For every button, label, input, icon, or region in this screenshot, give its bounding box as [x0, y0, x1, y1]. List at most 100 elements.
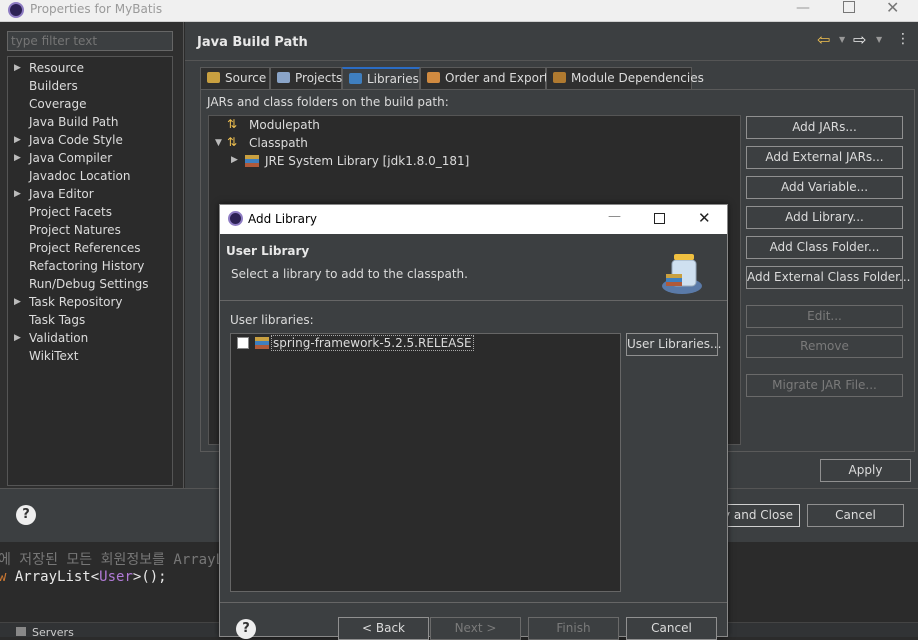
projects-icon — [277, 72, 290, 83]
editor-line-code: w ArrayList<User>(); — [0, 569, 167, 585]
tab-label: Order and Export — [445, 71, 549, 85]
nav-item[interactable]: Refactoring History — [8, 257, 172, 275]
edit-button[interactable]: Edit... — [746, 305, 903, 328]
eclipse-icon — [8, 2, 24, 18]
nav-item-label: Resource — [29, 61, 85, 75]
close-button[interactable]: ✕ — [886, 0, 899, 17]
left-panel: ▶ Resource Builders Coverage Java Build Path… — [0, 22, 184, 488]
dialog-header: User Library Select a library to add to … — [220, 234, 727, 301]
nav-item[interactable]: Project References — [8, 239, 172, 257]
back-dropdown-icon[interactable]: ▼ — [839, 35, 845, 44]
dialog-subtitle: Select a library to add to the classpath… — [231, 267, 468, 281]
servers-tab[interactable]: Servers — [32, 626, 74, 639]
library-icon — [245, 155, 259, 167]
library-checkbox[interactable] — [237, 337, 249, 349]
expand-arrow-icon[interactable]: ▶ — [14, 293, 21, 311]
forward-nav-icon[interactable]: ⇨ — [853, 30, 866, 49]
filter-input[interactable] — [7, 31, 173, 51]
nav-item-label: Java Build Path — [29, 115, 119, 129]
source-icon — [207, 72, 220, 83]
maximize-button[interactable] — [843, 1, 855, 13]
remove-button[interactable]: Remove — [746, 335, 903, 358]
nav-item-label: Refactoring History — [29, 259, 145, 273]
nav-item[interactable]: ▶ Java Editor — [8, 185, 172, 203]
add-class-folder-button[interactable]: Add Class Folder... — [746, 236, 903, 259]
nav-item[interactable]: Run/Debug Settings — [8, 275, 172, 293]
servers-icon — [16, 627, 26, 636]
generic-token: User — [99, 569, 133, 585]
libraries-icon — [349, 73, 362, 84]
dialog-minimize-button[interactable]: — — [608, 209, 621, 224]
add-jars-button[interactable]: Add JARs... — [746, 116, 903, 139]
tab-module-dependencies[interactable]: Module Dependencies — [546, 67, 704, 89]
nav-item-label: Coverage — [29, 97, 87, 111]
tab-order-and-export[interactable]: Order and Export — [420, 67, 549, 89]
classpath-icon: ⇅ — [227, 135, 238, 149]
nav-item-label: Task Repository — [29, 295, 123, 309]
menu-icon[interactable]: ⋮ — [896, 31, 910, 47]
nav-item[interactable]: ▶ Validation — [8, 329, 172, 347]
minimize-button[interactable]: — — [796, 0, 816, 16]
add-external-jars-button[interactable]: Add External JARs... — [746, 146, 903, 169]
expand-arrow-icon[interactable]: ▶ — [14, 185, 21, 203]
add-library-dialog: Add Library — ✕ User Library Select a li… — [219, 204, 728, 640]
dialog-maximize-button[interactable] — [654, 213, 665, 224]
tab-label: Libraries — [367, 72, 419, 86]
nav-item-label: Run/Debug Settings — [29, 277, 149, 291]
back-nav-icon[interactable]: ⇦ — [817, 30, 830, 49]
dialog-close-button[interactable]: ✕ — [698, 209, 711, 227]
tab-projects[interactable]: Projects — [270, 67, 342, 89]
nav-item[interactable]: ▶ Task Repository — [8, 293, 172, 311]
page-title: Java Build Path — [197, 35, 308, 50]
nav-item[interactable]: ▶ Java Compiler — [8, 149, 172, 167]
window-title: Properties for MyBatis — [30, 2, 163, 16]
help-icon[interactable]: ? — [16, 505, 36, 525]
nav-item[interactable]: Project Facets — [8, 203, 172, 221]
modulepath-item[interactable]: Modulepath — [249, 116, 320, 134]
tab-libraries[interactable]: Libraries — [342, 67, 420, 89]
expand-arrow-icon[interactable]: ▶ — [14, 329, 21, 347]
tab-source[interactable]: Source — [200, 67, 270, 89]
apply-button[interactable]: Apply — [820, 459, 911, 482]
properties-cancel-button[interactable]: Cancel — [807, 504, 904, 527]
expand-arrow-icon[interactable]: ▶ — [14, 131, 21, 149]
nav-item-label: Java Code Style — [29, 133, 123, 147]
add-variable-button[interactable]: Add Variable... — [746, 176, 903, 199]
nav-item[interactable]: Coverage — [8, 95, 172, 113]
classpath-expand-icon[interactable]: ▼ — [215, 138, 222, 148]
dialog-eclipse-icon — [228, 211, 243, 226]
nav-tree: ▶ Resource Builders Coverage Java Build Path… — [7, 56, 173, 486]
nav-item[interactable]: Javadoc Location — [8, 167, 172, 185]
jre-library-item[interactable]: JRE System Library [jdk1.8.0_181] — [265, 152, 469, 170]
user-libraries-button[interactable]: User Libraries... — [626, 333, 721, 356]
dialog-help-icon[interactable]: ? — [236, 619, 256, 639]
lt-token: < — [90, 569, 100, 585]
nav-item-label: Project Natures — [29, 223, 121, 237]
user-library-icon — [255, 337, 269, 349]
nav-item[interactable]: Task Tags — [8, 311, 172, 329]
user-libraries-list[interactable]: spring-framework-5.2.5.RELEASE — [230, 333, 621, 592]
nav-item[interactable]: Java Build Path — [8, 113, 172, 131]
nav-item[interactable]: ▶ Resource — [8, 59, 172, 77]
nav-item-label: Validation — [29, 331, 89, 345]
classpath-item[interactable]: Classpath — [249, 134, 308, 152]
nav-item[interactable]: Builders — [8, 77, 172, 95]
nav-item[interactable]: ▶ Java Code Style — [8, 131, 172, 149]
nav-item[interactable]: Project Natures — [8, 221, 172, 239]
forward-dropdown-icon[interactable]: ▼ — [876, 35, 882, 44]
expand-arrow-icon[interactable]: ▶ — [14, 149, 21, 167]
order-export-icon — [427, 72, 440, 83]
migrate-jar-button[interactable]: Migrate JAR File... — [746, 374, 903, 397]
dialog-heading: User Library — [226, 244, 310, 258]
add-external-class-folder-button[interactable]: Add External Class Folder... — [746, 266, 910, 289]
dialog-title-bar: Add Library — ✕ — [220, 205, 727, 234]
rest-token: >(); — [132, 569, 167, 585]
library-item-label[interactable]: spring-framework-5.2.5.RELEASE — [271, 335, 474, 351]
nav-item-label: Project References — [29, 241, 141, 255]
jre-expand-icon[interactable]: ▶ — [231, 155, 238, 165]
expand-arrow-icon[interactable]: ▶ — [14, 59, 21, 77]
add-library-button[interactable]: Add Library... — [746, 206, 903, 229]
nav-item[interactable]: WikiText — [8, 347, 172, 365]
editor-line-comment: 에 저장된 모든 회원정보를 ArrayL — [0, 552, 224, 568]
nav-item-label: Java Compiler — [29, 151, 113, 165]
